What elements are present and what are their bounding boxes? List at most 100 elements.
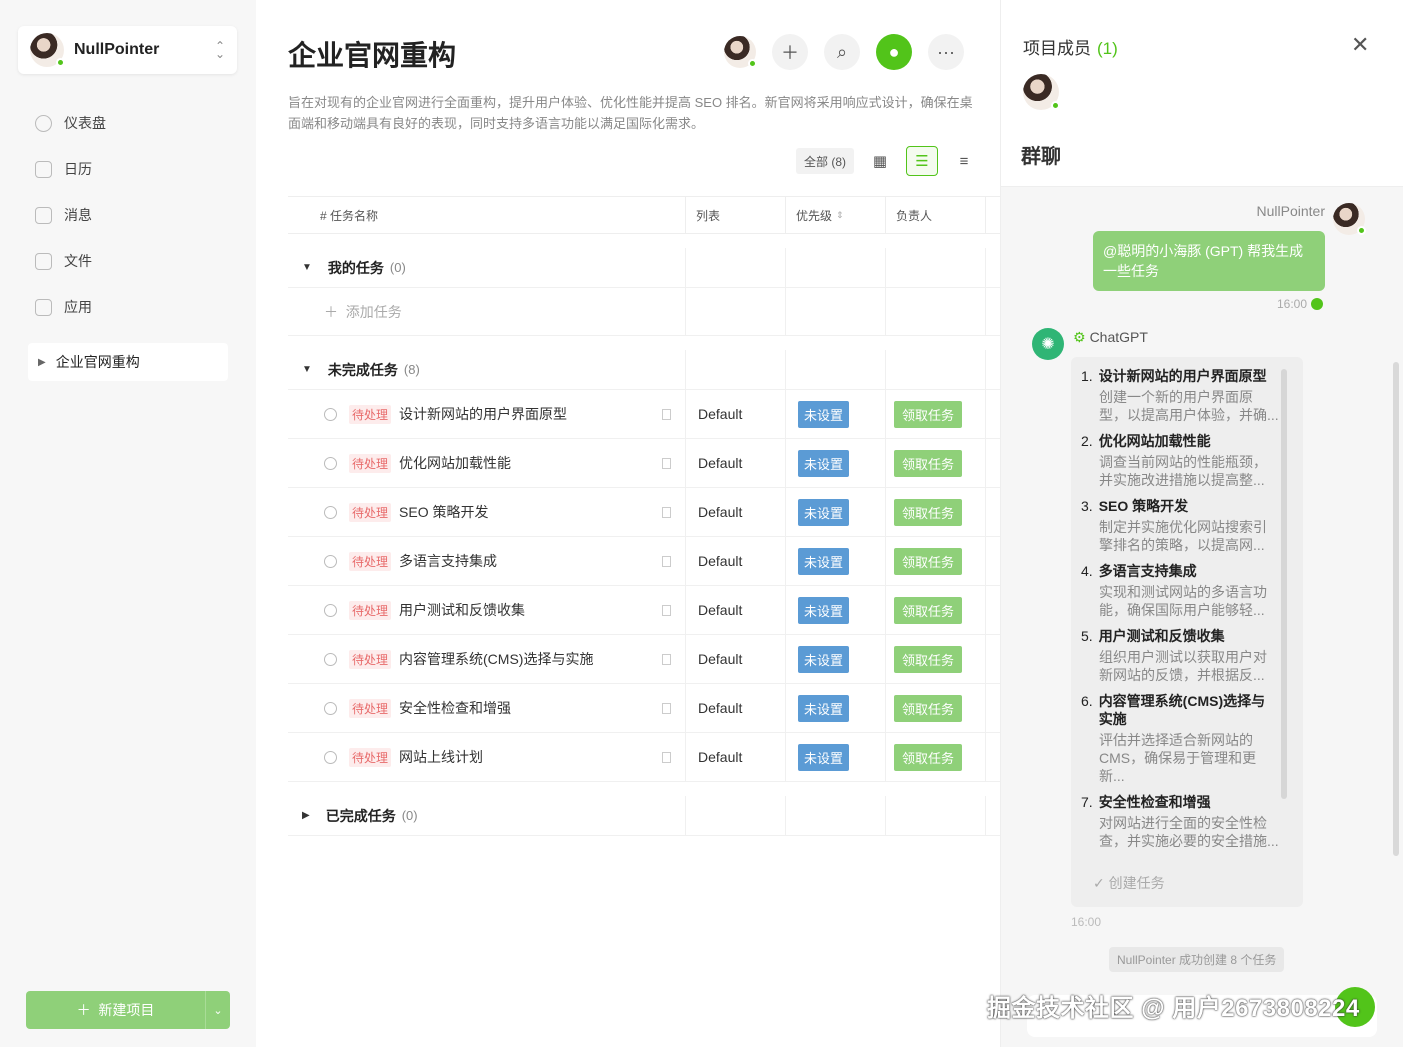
chat-button[interactable]: ● <box>876 34 912 70</box>
bot-task-list: 1. 设计新网站的用户界面原型 创建一个新的用户界面原型，以提高用户体验，并确...… <box>1081 367 1279 858</box>
table-row[interactable]: 待处理 安全性检查和增强 Default 未设置 领取任务 <box>288 684 1000 733</box>
gantt-icon: ≡ <box>959 152 969 170</box>
card-scrollbar[interactable] <box>1281 369 1287 799</box>
task-checkbox[interactable] <box>324 505 337 519</box>
priority-badge[interactable]: 未设置 <box>798 449 850 477</box>
table-row[interactable]: 待处理 内容管理系统(CMS)选择与实施 Default 未设置 领取任务 <box>288 635 1000 684</box>
task-list[interactable]: Default <box>698 749 742 765</box>
group-my-tasks[interactable]: ▼ 我的任务 (0) <box>288 248 1000 288</box>
user-switcher[interactable]: NullPointer ⌃ ⌄ <box>18 26 237 74</box>
claim-task-button[interactable]: 领取任务 <box>894 694 963 722</box>
claim-task-button[interactable]: 领取任务 <box>894 743 963 771</box>
message-sender-name: NullPointer <box>1256 203 1325 219</box>
sidebar-item-calendar[interactable]: 日历 <box>26 146 230 192</box>
task-name[interactable]: 优化网站加载性能 <box>399 453 662 473</box>
task-checkbox[interactable] <box>324 603 337 617</box>
bot-task-item: 7. 安全性检查和增强 对网站进行全面的安全性检查，并实施必要的安全措施... <box>1081 793 1279 850</box>
claim-task-button[interactable]: 领取任务 <box>894 400 963 428</box>
priority-badge[interactable]: 未设置 <box>798 743 850 771</box>
filter-all-button[interactable]: 全部 (8) <box>796 148 855 174</box>
grid-view-button[interactable]: ▦ <box>864 146 896 176</box>
task-checkbox[interactable] <box>324 701 337 715</box>
document-icon[interactable] <box>662 457 671 469</box>
task-list[interactable]: Default <box>698 602 742 618</box>
item-number: 1. <box>1081 368 1093 384</box>
sidebar-item-messages[interactable]: 消息 <box>26 192 230 238</box>
task-checkbox[interactable] <box>324 407 337 421</box>
sidebar-item-apps[interactable]: 应用 <box>26 284 230 330</box>
add-task-row[interactable]: ＋ 添加任务 <box>288 288 1000 336</box>
member-avatar[interactable] <box>1023 74 1060 110</box>
task-list[interactable]: Default <box>698 455 742 471</box>
priority-badge[interactable]: 未设置 <box>798 547 850 575</box>
claim-task-button[interactable]: 领取任务 <box>894 498 963 526</box>
priority-badge[interactable]: 未设置 <box>798 400 850 428</box>
task-name[interactable]: 安全性检查和增强 <box>399 698 662 718</box>
create-task-button[interactable]: ✓ 创建任务 <box>1093 873 1165 893</box>
task-name[interactable]: 用户测试和反馈收集 <box>399 600 662 620</box>
list-view-button[interactable]: ☰ <box>906 146 939 176</box>
chevron-down-icon: ⌄ <box>213 1004 223 1017</box>
document-icon[interactable] <box>662 506 671 518</box>
col-priority[interactable]: 优先级 ⇕ <box>786 197 886 233</box>
group-label: 已完成任务 <box>325 807 396 824</box>
document-icon[interactable] <box>662 702 671 714</box>
item-description: 评估并选择适合新网站的 CMS，确保易于管理和更新... <box>1099 732 1257 784</box>
document-icon[interactable] <box>662 555 671 567</box>
task-list[interactable]: Default <box>698 504 742 520</box>
sidebar-item-files[interactable]: 文件 <box>26 238 230 284</box>
table-row[interactable]: 待处理 优化网站加载性能 Default 未设置 领取任务 <box>288 439 1000 488</box>
document-icon[interactable] <box>662 604 671 616</box>
new-project-dropdown[interactable]: ⌄ <box>205 991 230 1029</box>
search-button[interactable]: ⌕ <box>824 34 860 70</box>
more-button[interactable]: ··· <box>928 34 964 70</box>
document-icon[interactable] <box>662 653 671 665</box>
task-list[interactable]: Default <box>698 406 742 422</box>
sidebar-item-dashboard[interactable]: 仪表盘 <box>26 100 230 146</box>
claim-task-button[interactable]: 领取任务 <box>894 547 963 575</box>
task-list[interactable]: Default <box>698 553 742 569</box>
priority-badge[interactable]: 未设置 <box>798 498 850 526</box>
online-indicator <box>1051 101 1060 110</box>
members-count: (1) <box>1097 39 1118 58</box>
document-icon[interactable] <box>662 408 671 420</box>
claim-task-button[interactable]: 领取任务 <box>894 596 963 624</box>
sidebar-project-item[interactable]: ▶ 企业官网重构 <box>28 343 228 381</box>
task-name[interactable]: 内容管理系统(CMS)选择与实施 <box>399 649 662 669</box>
task-name[interactable]: 多语言支持集成 <box>399 551 662 571</box>
close-icon[interactable]: ✕ <box>1351 32 1369 58</box>
task-checkbox[interactable] <box>324 652 337 666</box>
task-name[interactable]: 设计新网站的用户界面原型 <box>399 404 662 424</box>
new-project-button[interactable]: ＋ 新建项目 <box>26 991 205 1029</box>
gantt-view-button[interactable]: ≡ <box>948 146 980 176</box>
member-avatar[interactable] <box>724 36 757 68</box>
table-row[interactable]: 待处理 设计新网站的用户界面原型 Default 未设置 领取任务 <box>288 390 1000 439</box>
group-incomplete-tasks[interactable]: ▼ 未完成任务 (8) <box>288 350 1000 390</box>
task-checkbox[interactable] <box>324 456 337 470</box>
claim-task-button[interactable]: 领取任务 <box>894 645 963 673</box>
task-name[interactable]: 网站上线计划 <box>399 747 662 767</box>
document-icon[interactable] <box>662 751 671 763</box>
page-scrollbar[interactable] <box>1393 362 1399 856</box>
task-list[interactable]: Default <box>698 651 742 667</box>
table-row[interactable]: 待处理 SEO 策略开发 Default 未设置 领取任务 <box>288 488 1000 537</box>
sender-avatar[interactable] <box>1333 203 1366 235</box>
more-icon: ··· <box>937 41 955 62</box>
task-name[interactable]: SEO 策略开发 <box>399 502 662 522</box>
priority-badge[interactable]: 未设置 <box>798 645 850 673</box>
table-row[interactable]: 待处理 网站上线计划 Default 未设置 领取任务 <box>288 733 1000 782</box>
priority-badge[interactable]: 未设置 <box>798 596 850 624</box>
priority-badge[interactable]: 未设置 <box>798 694 850 722</box>
dashboard-icon <box>35 114 52 132</box>
claim-task-button[interactable]: 领取任务 <box>894 449 963 477</box>
group-completed-tasks[interactable]: ▶ 已完成任务 (0) <box>288 796 1000 836</box>
item-title: 用户测试和反馈收集 <box>1098 628 1225 644</box>
avatar <box>30 33 65 67</box>
item-title: 内容管理系统(CMS)选择与实施 <box>1098 693 1266 727</box>
task-checkbox[interactable] <box>324 554 337 568</box>
table-row[interactable]: 待处理 用户测试和反馈收集 Default 未设置 领取任务 <box>288 586 1000 635</box>
task-checkbox[interactable] <box>324 750 337 764</box>
task-list[interactable]: Default <box>698 700 742 716</box>
table-row[interactable]: 待处理 多语言支持集成 Default 未设置 领取任务 <box>288 537 1000 586</box>
add-button[interactable]: ＋ <box>772 34 808 70</box>
